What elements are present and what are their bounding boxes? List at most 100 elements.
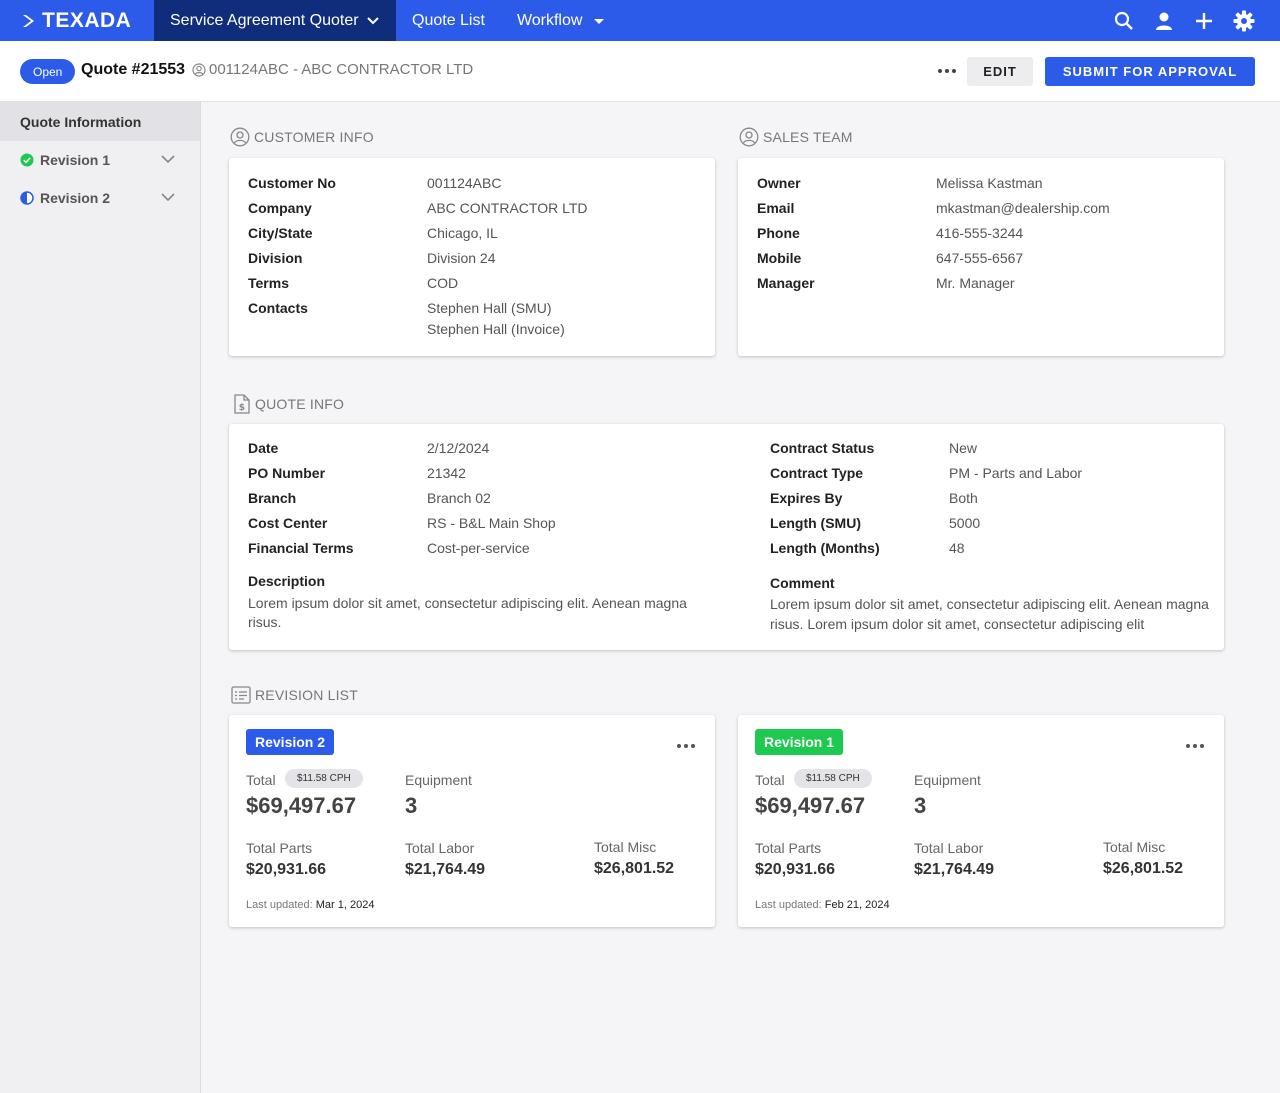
section-title-text: SALES TEAM xyxy=(763,129,853,145)
field-label: Mobile xyxy=(757,250,802,266)
customer-info-section-title: CUSTOMER INFO xyxy=(230,127,374,147)
field-label: PO Number xyxy=(248,465,326,481)
misc-value: $26,801.52 xyxy=(1103,860,1184,877)
field-value: 416-555-3244 xyxy=(936,225,1024,241)
field-value: 5000 xyxy=(949,515,981,531)
field-label: Cost Center xyxy=(248,515,328,531)
field-label: Company xyxy=(248,200,312,216)
field-value: 647-555-6567 xyxy=(936,250,1024,266)
total-label: Total xyxy=(246,772,276,788)
labor-label: Total Labor xyxy=(914,840,984,856)
field-label: Length (Months) xyxy=(770,540,880,556)
sidebar-item-quote-information[interactable]: Quote Information xyxy=(0,102,200,141)
section-title-text: QUOTE INFO xyxy=(255,396,345,412)
field-value: Chicago, IL xyxy=(427,225,498,241)
field-value: Cost-per-service xyxy=(427,540,530,556)
field-label: Length (SMU) xyxy=(770,515,861,531)
quote-info-section-title: $ QUOTE INFO xyxy=(233,394,344,414)
description-line-1: Lorem ipsum dolor sit amet, consectetur … xyxy=(248,595,687,611)
user-circle-icon xyxy=(739,127,759,147)
user-circle-icon xyxy=(230,127,250,147)
nav-item-quote-list[interactable]: Quote List xyxy=(396,0,501,41)
field-label: Contacts xyxy=(248,300,308,316)
sidebar-item-revision-2[interactable]: Revision 2 xyxy=(0,179,200,217)
chevron-down-icon[interactable] xyxy=(161,155,175,163)
last-updated: Last updated: Mar 1, 2024 xyxy=(246,899,374,911)
svg-text:$: $ xyxy=(239,403,245,413)
submit-for-approval-button[interactable]: SUBMIT FOR APPROVAL xyxy=(1045,57,1255,86)
field-label: Contract Status xyxy=(770,440,875,456)
field-value: Branch 02 xyxy=(427,490,491,506)
quote-header: Open Quote #21553 001124ABC - ABC CONTRA… xyxy=(0,41,1280,102)
contact-smu: Stephen Hall (SMU) xyxy=(427,300,552,316)
quote-customer-text: 001124ABC - ABC CONTRACTOR LTD xyxy=(209,61,474,78)
field-label: Owner xyxy=(757,175,801,191)
more-options-icon[interactable] xyxy=(1186,735,1204,753)
last-updated-value: Mar 1, 2024 xyxy=(315,899,375,911)
nav-item-workflow[interactable]: Workflow xyxy=(501,0,623,41)
labor-value: $21,764.49 xyxy=(914,861,995,878)
field-value: New xyxy=(949,440,978,456)
nav-item-service-agreement-quoter[interactable]: Service Agreement Quoter xyxy=(154,0,396,41)
misc-label: Total Misc xyxy=(594,839,657,855)
last-updated: Last updated: Feb 21, 2024 xyxy=(755,899,890,911)
sidebar-item-label: Revision 1 xyxy=(40,152,111,168)
equipment-label: Equipment xyxy=(914,772,981,788)
field-value: 2/12/2024 xyxy=(427,440,490,456)
user-circle-icon xyxy=(192,62,206,77)
texada-logo-icon xyxy=(23,14,34,27)
field-value: ABC CONTRACTOR LTD xyxy=(427,200,588,216)
comment-line-1: Lorem ipsum dolor sit amet, consectetur … xyxy=(770,596,1209,612)
field-value: PM - Parts and Labor xyxy=(949,465,1083,481)
comment-line-2: risus. Lorem ipsum dolor sit amet, conse… xyxy=(770,616,1145,632)
search-icon[interactable] xyxy=(1104,0,1144,41)
nav-item-label: Quote List xyxy=(412,11,485,29)
field-value: Melissa Kastman xyxy=(936,175,1043,191)
field-label: Contract Type xyxy=(770,465,864,481)
field-value: Division 24 xyxy=(427,250,496,266)
plus-icon[interactable] xyxy=(1184,0,1224,41)
customer-info-card: Customer No 001124ABC Company ABC CONTRA… xyxy=(229,158,715,356)
quote-customer: 001124ABC - ABC CONTRACTOR LTD xyxy=(192,61,473,78)
field-value: RS - B&L Main Shop xyxy=(427,515,556,531)
sales-team-card: Owner Melissa Kastman Email mkastman@dea… xyxy=(738,158,1224,356)
labor-label: Total Labor xyxy=(405,840,475,856)
description-line-2: risus. xyxy=(248,614,282,630)
sales-team-section-title: SALES TEAM xyxy=(739,127,853,147)
last-updated-value: Feb 21, 2024 xyxy=(824,899,890,911)
field-value: COD xyxy=(427,275,459,291)
revision-badge: Revision 1 xyxy=(755,729,844,755)
nav-item-label: Workflow xyxy=(516,11,583,29)
parts-label: Total Parts xyxy=(755,840,822,856)
field-value: 48 xyxy=(949,540,965,556)
chevron-down-icon[interactable] xyxy=(161,193,175,201)
field-label: Expires By xyxy=(770,490,843,506)
field-label: Branch xyxy=(248,490,297,506)
contact-invoice: Stephen Hall (Invoice) xyxy=(427,321,565,337)
cph-badge: $11.58 CPH xyxy=(285,769,363,788)
equipment-value: 3 xyxy=(405,793,418,818)
page-title: Quote #21553 xyxy=(81,61,186,78)
total-value: $69,497.67 xyxy=(246,793,357,818)
user-icon[interactable] xyxy=(1144,0,1184,41)
sidebar-item-label: Revision 2 xyxy=(40,190,111,206)
status-badge: Open xyxy=(20,59,76,84)
email-value[interactable]: mkastman@dealership.com xyxy=(936,200,1110,216)
gear-icon[interactable] xyxy=(1224,0,1264,41)
more-options-icon[interactable] xyxy=(932,58,962,84)
more-options-icon[interactable] xyxy=(677,735,695,753)
document-dollar-icon: $ xyxy=(234,394,250,414)
revision-badge: Revision 2 xyxy=(246,729,335,755)
brand-logo[interactable]: TEXADA xyxy=(0,0,154,41)
field-value: Both xyxy=(949,490,978,506)
field-label: Date xyxy=(248,440,279,456)
parts-value: $20,931.66 xyxy=(755,861,836,878)
edit-button[interactable]: EDIT xyxy=(967,57,1033,86)
equipment-value: 3 xyxy=(914,793,927,818)
revision-card-1[interactable]: Revision 1 Total $11.58 CPH $69,497.67 E… xyxy=(738,715,1224,927)
revision-card-2[interactable]: Revision 2 Total $11.58 CPH $69,497.67 E… xyxy=(229,715,715,927)
field-label: Financial Terms xyxy=(248,540,354,556)
sidebar-item-revision-1[interactable]: Revision 1 xyxy=(0,141,200,179)
misc-value: $26,801.52 xyxy=(594,860,675,877)
section-title-text: REVISION LIST xyxy=(255,687,358,703)
